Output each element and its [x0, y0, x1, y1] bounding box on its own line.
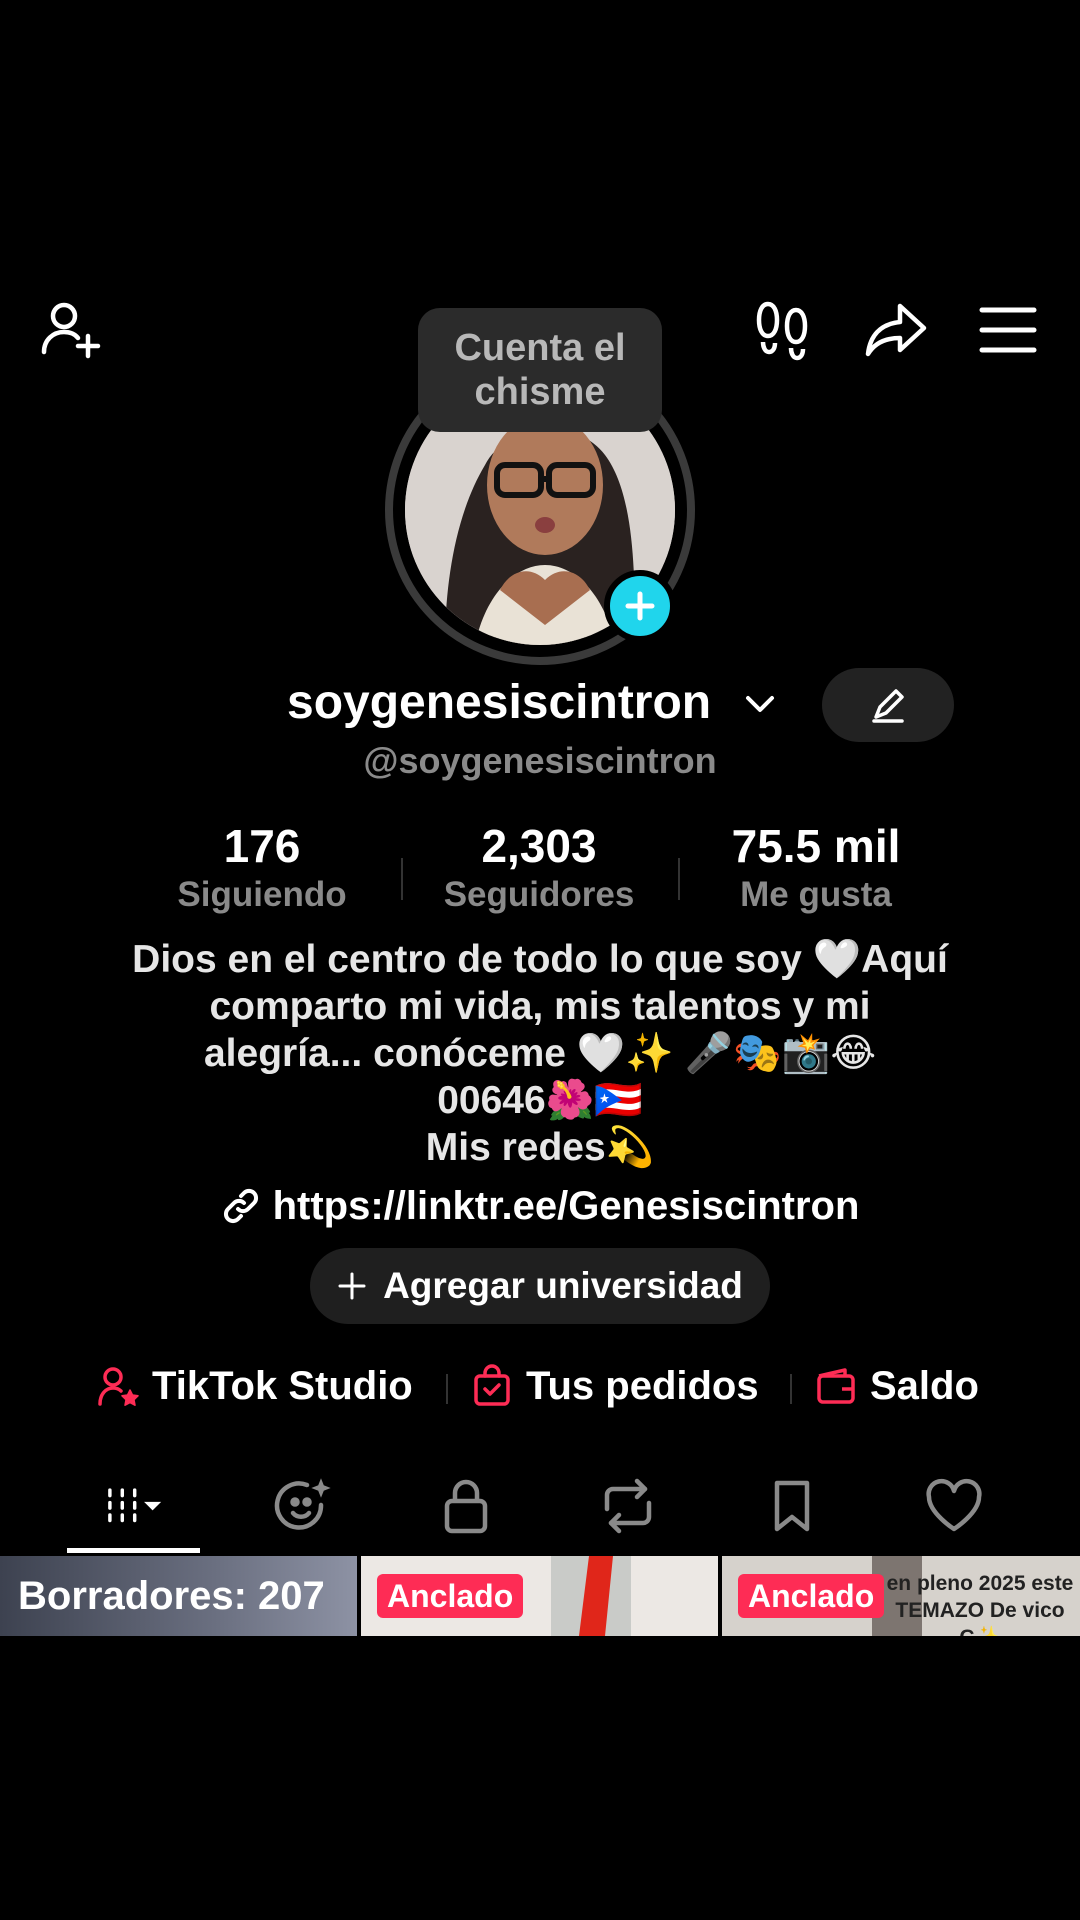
wallet-icon — [817, 1368, 855, 1404]
bio: Dios en el centro de todo lo que soy 🤍Aq… — [80, 936, 1000, 1171]
pencil-icon — [872, 689, 904, 723]
video-tile[interactable]: Anclado — [361, 1556, 718, 1636]
stat-label: Seguidores — [443, 875, 635, 914]
link-icon — [223, 1188, 258, 1224]
username[interactable]: soygenesiscintron — [287, 668, 711, 738]
tab-private[interactable] — [386, 1460, 546, 1552]
lock-icon — [444, 1479, 488, 1534]
shortcut-orders[interactable]: Tus pedidos — [470, 1358, 759, 1414]
bio-line: Dios en el centro de todo lo que soy 🤍Aq… — [132, 938, 948, 981]
divider — [790, 1374, 792, 1404]
status-bubble[interactable]: Cuenta el chisme — [418, 308, 662, 432]
tab-reposts[interactable] — [548, 1460, 708, 1552]
bookmark-icon — [774, 1480, 810, 1532]
drafts-label: Borradores: 207 — [18, 1574, 325, 1618]
add-university-button[interactable]: Agregar universidad — [310, 1248, 770, 1324]
bio-link[interactable]: https://linktr.ee/Genesiscintron — [0, 1176, 1080, 1236]
edit-profile-button[interactable] — [822, 668, 954, 742]
stat-value: 176 — [223, 820, 301, 872]
tab-favorites[interactable] — [712, 1460, 872, 1552]
video-grid: Borradores: 207 Anclado Anclado en pleno… — [0, 1556, 1080, 1636]
active-tab-indicator — [67, 1548, 200, 1553]
tab-videos[interactable] — [54, 1460, 214, 1552]
add-friend-icon[interactable] — [32, 290, 112, 370]
shortcut-label: TikTok Studio — [152, 1363, 413, 1408]
content-tabs — [0, 1460, 1080, 1556]
video-caption: en pleno 2025 este TEMAZO De vico C✨ — [886, 1572, 1074, 1636]
tab-stories[interactable] — [224, 1460, 384, 1552]
shortcut-tiktok-studio[interactable]: TikTok Studio — [96, 1358, 413, 1414]
shopping-bag-icon — [474, 1364, 510, 1406]
chevron-down-icon[interactable] — [742, 690, 778, 718]
share-icon[interactable] — [856, 290, 936, 370]
bio-line: Mis redes💫 — [425, 1126, 655, 1169]
divider — [401, 858, 403, 900]
stat-likes[interactable]: 75.5 mil Me gusta — [686, 820, 946, 918]
handle: @soygenesiscintron — [363, 740, 717, 781]
repost-icon — [604, 1478, 652, 1534]
menu-icon[interactable] — [968, 290, 1048, 370]
link-text[interactable]: https://linktr.ee/Genesiscintron — [273, 1184, 860, 1229]
stat-value: 75.5 mil — [731, 820, 901, 872]
shortcut-label: Tus pedidos — [526, 1363, 759, 1408]
tab-liked[interactable] — [874, 1460, 1034, 1552]
shortcut-label: Saldo — [870, 1363, 979, 1408]
stat-label: Siguiendo — [177, 875, 347, 914]
stat-value: 2,303 — [481, 820, 597, 872]
add-university-label: Agregar universidad — [383, 1265, 743, 1306]
pinned-badge: Anclado — [738, 1574, 885, 1618]
face-sparkle-icon — [274, 1478, 331, 1530]
bio-line: 00646🌺🇵🇷 — [437, 1079, 643, 1122]
add-story-button[interactable] — [604, 570, 676, 642]
stat-followers[interactable]: 2,303 Seguidores — [409, 820, 669, 918]
stat-following[interactable]: 176 Siguiendo — [132, 820, 392, 918]
bio-line: comparto mi vida, mis talentos y mi — [209, 985, 871, 1028]
divider — [446, 1374, 448, 1404]
pinned-badge: Anclado — [377, 1574, 524, 1618]
stats-row: 176 Siguiendo 2,303 Seguidores 75.5 mil … — [0, 820, 1080, 920]
shortcut-balance[interactable]: Saldo — [814, 1358, 979, 1414]
grid-icon — [108, 1488, 162, 1523]
plus-icon — [338, 1272, 366, 1300]
divider — [678, 858, 680, 900]
name-row: soygenesiscintron — [0, 668, 1080, 742]
footprints-icon[interactable] — [746, 290, 826, 370]
video-tile[interactable]: Anclado en pleno 2025 este TEMAZO De vic… — [722, 1556, 1080, 1636]
stat-label: Me gusta — [740, 875, 892, 914]
heart-icon — [926, 1478, 982, 1532]
shortcuts-row: TikTok Studio Tus pedidos Saldo — [0, 1358, 1080, 1414]
drafts-tile[interactable]: Borradores: 207 — [0, 1556, 357, 1636]
bio-line: alegría... conóceme 🤍✨ 🎤🎭📸😂 — [203, 1032, 877, 1075]
person-star-icon — [98, 1367, 139, 1406]
